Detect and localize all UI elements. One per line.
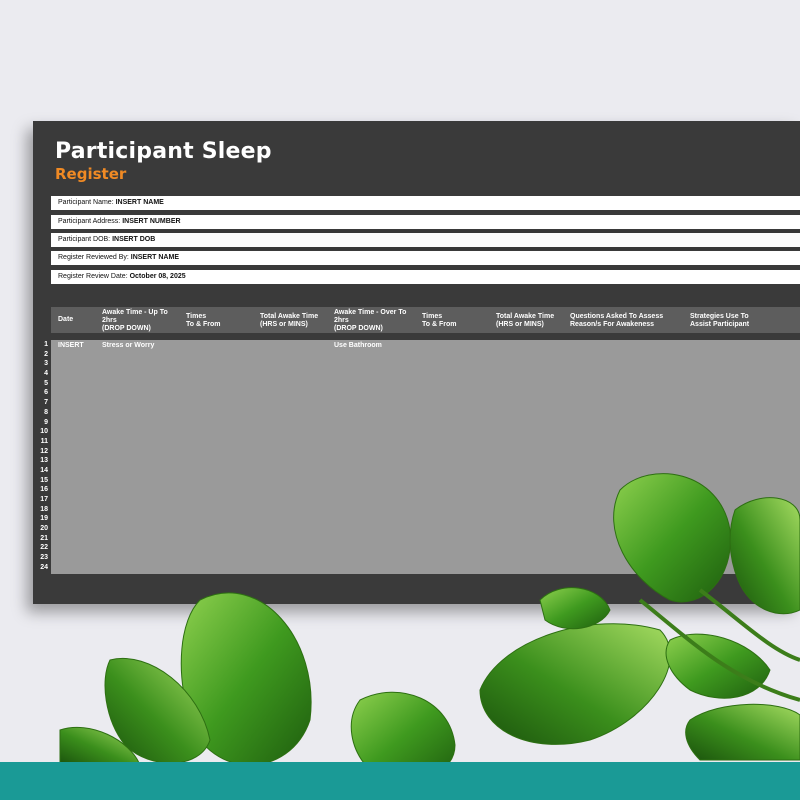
row-number[interactable]: 7 [33,398,51,408]
row-number[interactable]: 8 [33,408,51,418]
row-number[interactable]: 5 [33,379,51,389]
row-number[interactable]: 3 [33,359,51,369]
column-header-total-awake-time-2[interactable]: Total Awake Time (HRS or MINS) [496,313,554,329]
info-row-participant-address[interactable]: Participant Address: INSERT NUMBER [51,215,800,229]
info-label: Register Reviewed By: [58,254,131,261]
row-number[interactable]: 21 [33,534,51,544]
row-number[interactable]: 2 [33,350,51,360]
info-row-reviewed-by[interactable]: Register Reviewed By: INSERT NAME [51,251,800,265]
row-number[interactable]: 13 [33,456,51,466]
row-number[interactable]: 11 [33,437,51,447]
row-number[interactable]: 23 [33,553,51,563]
row-number[interactable]: 22 [33,543,51,553]
info-value: October 08, 2025 [129,273,186,280]
sheet-title: Participant Sleep [55,139,272,164]
row-number-column: 1 2 3 4 5 6 7 8 9 10 11 12 13 14 15 16 17 18 19 20 21 22 23 24 [33,340,51,573]
row-number[interactable]: 10 [33,427,51,437]
info-label: Participant Name: [58,199,116,206]
info-label: Participant DOB: [58,236,113,243]
row-number[interactable]: 15 [33,476,51,486]
row-number[interactable]: 16 [33,485,51,495]
row-number[interactable]: 20 [33,524,51,534]
footer-band [0,762,800,800]
row-number[interactable]: 14 [33,466,51,476]
info-value: INSERT DOB [112,236,156,243]
row-number[interactable]: 24 [33,563,51,573]
row-number[interactable]: 12 [33,447,51,457]
info-row-review-date[interactable]: Register Review Date: October 08, 2025 [51,270,800,284]
row-number[interactable]: 18 [33,505,51,515]
info-value: INSERT NAME [115,199,164,206]
sheet-subtitle: Register [55,165,127,183]
spreadsheet-preview: Participant Sleep Register Participant N… [33,121,800,604]
row-number[interactable]: 17 [33,495,51,505]
column-header-total-awake-time[interactable]: Total Awake Time (HRS or MINS) [260,313,318,329]
row-number[interactable]: 19 [33,514,51,524]
row-number[interactable]: 1 [33,340,51,350]
info-row-participant-dob[interactable]: Participant DOB: INSERT DOB [51,233,800,247]
row-number[interactable]: 4 [33,369,51,379]
column-header-times-to-from-2[interactable]: Times To & From [422,313,456,329]
info-label: Participant Address: [58,218,123,225]
table-header: Date Awake Time - Up To 2hrs (DROP DOWN)… [51,307,800,333]
cell-date-row-1[interactable]: INSERT [58,342,84,349]
column-header-awake-up-to-2hrs[interactable]: Awake Time - Up To 2hrs (DROP DOWN) [102,309,168,333]
info-label: Register Review Date: [58,273,130,280]
column-header-date[interactable]: Date [58,316,73,324]
column-header-awake-over-2hrs[interactable]: Awake Time - Over To 2hrs (DROP DOWN) [334,309,406,333]
table-body[interactable]: INSERT Stress or Worry Use Bathroom [51,340,800,574]
row-number[interactable]: 9 [33,418,51,428]
column-header-times-to-from[interactable]: Times To & From [186,313,220,329]
info-row-participant-name[interactable]: Participant Name: INSERT NAME [51,196,800,210]
header-gap [51,333,800,340]
info-value: INSERT NUMBER [122,218,181,225]
row-number[interactable]: 6 [33,388,51,398]
cell-awake-up-to-2hrs-row-1[interactable]: Stress or Worry [102,342,154,349]
info-value: INSERT NAME [130,254,179,261]
column-header-questions-asked[interactable]: Questions Asked To Assess Reason/s For A… [570,313,663,329]
column-header-strategies[interactable]: Strategies Use To Assist Participant [690,313,749,329]
cell-awake-over-2hrs-row-1[interactable]: Use Bathroom [334,342,382,349]
